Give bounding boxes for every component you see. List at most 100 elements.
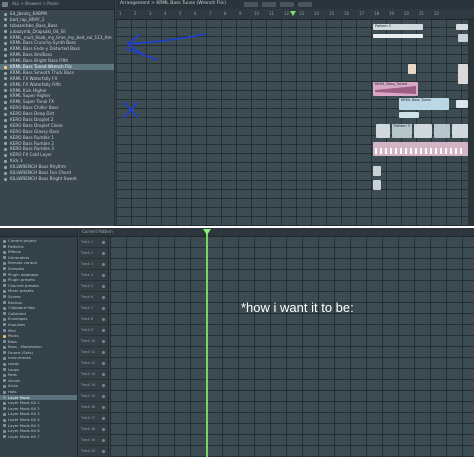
ruler-number: 1 (119, 11, 122, 16)
track-header[interactable]: Track 20 (79, 446, 108, 457)
note-pattern (375, 148, 462, 154)
file-list: Ed_Jbeaty_64BPM bad_rap_BRAY_2 tobazerbbo_… (0, 11, 114, 182)
notes-clip[interactable] (373, 142, 468, 156)
track-header[interactable]: Track 10 (79, 336, 108, 347)
audio-clip[interactable] (456, 100, 468, 108)
pattern-clip[interactable] (458, 64, 468, 84)
track-header[interactable]: Track 18 (79, 424, 108, 435)
timeline-ruler[interactable]: 1 2 3 4 5 6 7 8 9 10 11 12 13 14 15 16 17 18 19 20 21 22 (116, 9, 474, 20)
track-mute-led[interactable] (102, 340, 105, 343)
browser-path: ALL > Browser > Packs (12, 1, 59, 6)
track-mute-led[interactable] (102, 307, 105, 310)
pattern-clip[interactable] (376, 124, 390, 138)
track-header[interactable]: Track 11 (79, 347, 108, 358)
folder-icon[interactable] (2, 2, 8, 7)
track-mute-led[interactable] (102, 428, 105, 431)
pattern-clip[interactable] (373, 166, 381, 176)
track-mute-led[interactable] (102, 252, 105, 255)
track-label: Track 20 (81, 449, 96, 453)
pattern-clip[interactable] (458, 34, 468, 42)
bottom-screenshot: Current project Patterns Effects Generators… (0, 228, 474, 457)
track-mute-led[interactable] (102, 417, 105, 420)
playlist-title: Arrangement > KRML Bass Tunes (Wrench Fl… (120, 1, 226, 6)
timeline-ruler[interactable]: Current Pattern (79, 228, 474, 237)
track-mute-led[interactable] (102, 395, 105, 398)
track-label: Track 9 (81, 328, 94, 332)
playhead-marker[interactable] (290, 11, 296, 16)
pattern-clip[interactable]: Pattern 3 (392, 124, 412, 138)
track-header[interactable]: Track 5 (79, 281, 108, 292)
playlist-titlebar: Arrangement > KRML Bass Tunes (Wrench Fl… (116, 0, 474, 9)
track-label: Track 12 (81, 361, 96, 365)
toolbar-button[interactable] (244, 2, 258, 7)
track-mute-led[interactable] (102, 329, 105, 332)
ruler-number: 4 (164, 11, 167, 16)
track-mute-led[interactable] (102, 351, 105, 354)
ruler-label: Current Pattern (82, 229, 113, 234)
file-item[interactable]: KILLWRENCH Bass Bright Sweet (0, 176, 114, 182)
track-mute-led[interactable] (102, 241, 105, 244)
pattern-clip[interactable] (408, 64, 416, 74)
toolbar-button[interactable] (298, 2, 312, 7)
clip-label: KRML Bass Tunes (401, 98, 432, 102)
pattern-clip[interactable] (373, 180, 381, 190)
track-header[interactable]: Track 2 (79, 248, 108, 259)
track-label: Track 16 (81, 405, 96, 409)
track-mute-led[interactable] (102, 263, 105, 266)
toolbar-button[interactable] (280, 2, 294, 7)
track-mute-led[interactable] (102, 450, 105, 453)
track-mute-led[interactable] (102, 318, 105, 321)
track-header[interactable]: Track 17 (79, 413, 108, 424)
track-mute-led[interactable] (102, 285, 105, 288)
track-mute-led[interactable] (102, 274, 105, 277)
pattern-clip[interactable] (456, 24, 468, 30)
audio-clip[interactable]: KRML Bass Tunes (399, 98, 449, 110)
ruler-number: 2 (134, 11, 137, 16)
track-mute-led[interactable] (102, 384, 105, 387)
toolbar-button[interactable] (262, 2, 276, 7)
ruler-number: 3 (149, 11, 152, 16)
track-header[interactable]: Track 1 (79, 237, 108, 248)
track-header[interactable]: Track 13 (79, 369, 108, 380)
pattern-clip[interactable] (373, 34, 423, 38)
track-header[interactable]: Track 8 (79, 314, 108, 325)
track-header[interactable]: Track 7 (79, 303, 108, 314)
track-header[interactable]: Track 16 (79, 402, 108, 413)
playlist-grid[interactable] (110, 237, 474, 457)
ruler-number: 15 (329, 11, 335, 16)
track-mute-led[interactable] (102, 439, 105, 442)
ruler-number: 21 (419, 11, 425, 16)
track-label: Track 19 (81, 438, 96, 442)
pattern-clip[interactable] (452, 124, 468, 138)
ruler-number: 20 (404, 11, 410, 16)
vertical-scrollbar[interactable] (468, 20, 474, 226)
track-header[interactable]: Track 6 (79, 292, 108, 303)
track-header[interactable]: Track 3 (79, 259, 108, 270)
track-mute-led[interactable] (102, 406, 105, 409)
browser-panel: ALL > Browser > Packs Ed_Jbeaty_64BPM bad… (0, 0, 115, 226)
track-mute-led[interactable] (102, 296, 105, 299)
pattern-clip[interactable]: Pattern 2 (373, 24, 423, 30)
track-header[interactable]: Track 9 (79, 325, 108, 336)
playhead-line[interactable] (206, 232, 208, 457)
track-mute-led[interactable] (102, 373, 105, 376)
track-header[interactable]: Track 15 (79, 391, 108, 402)
clip-label: Pattern 2 (375, 24, 391, 28)
track-label: Track 10 (81, 339, 96, 343)
ruler-number: 22 (434, 11, 440, 16)
audio-clip[interactable] (399, 112, 419, 118)
track-header[interactable]: Track 19 (79, 435, 108, 446)
track-header[interactable]: Track 12 (79, 358, 108, 369)
track-label: Track 8 (81, 317, 94, 321)
pattern-clip[interactable] (414, 124, 432, 138)
browser-item[interactable]: Layer Mods Kit 7 (0, 434, 77, 440)
pattern-clip[interactable] (434, 124, 450, 138)
track-mute-led[interactable] (102, 362, 105, 365)
audio-clip[interactable]: KRML_Bass_Tuned (373, 82, 418, 96)
track-label: Track 3 (81, 262, 94, 266)
track-header[interactable]: Track 4 (79, 270, 108, 281)
playhead-marker[interactable] (203, 229, 211, 235)
track-header[interactable]: Track 14 (79, 380, 108, 391)
browser-tree: Current project Patterns Effects Generators… (0, 238, 77, 440)
clip-label: Pattern 3 (394, 124, 410, 128)
